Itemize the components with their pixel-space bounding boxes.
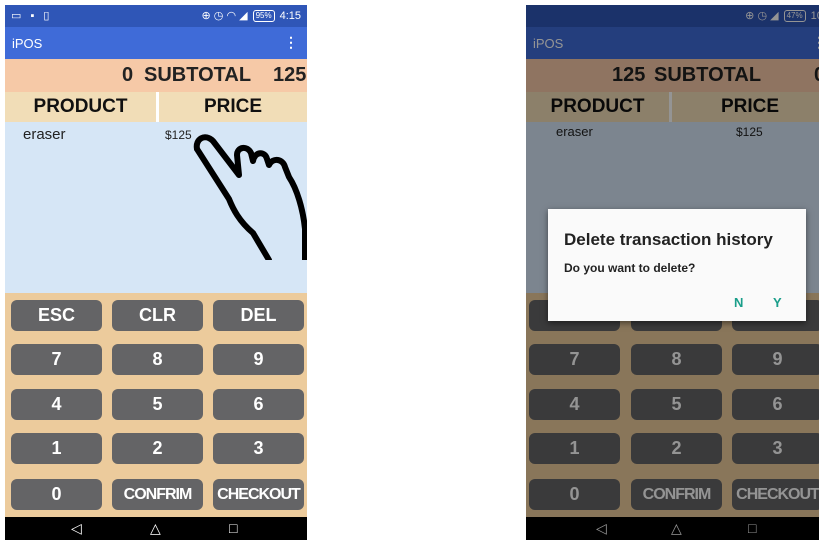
product-column-header: PRODUCT	[5, 92, 156, 122]
key-3[interactable]: 3	[213, 433, 304, 464]
delete-history-dialog: Delete transaction history Do you want t…	[548, 209, 806, 321]
dialog-no-button[interactable]: N	[734, 295, 743, 310]
notification-icons: ▭ ▪ ▯	[11, 10, 53, 22]
recent-apps-icon[interactable]: □	[229, 520, 237, 536]
home-icon[interactable]: △	[150, 520, 161, 537]
status-bar: ▭ ▪ ▯ ⊕ ◷ ◠ ◢ 95% 4:15	[5, 5, 307, 27]
navigation-bar: ◁ △ □	[5, 517, 307, 540]
key-0[interactable]: 0	[11, 479, 102, 510]
del-button[interactable]: DEL	[213, 300, 304, 331]
keypad: ESC CLR DEL 7 8 9 4 5 6 1 2 3 0 CONFRIM …	[5, 293, 307, 517]
key-1[interactable]: 1	[11, 433, 102, 464]
dialog-yes-button[interactable]: Y	[773, 295, 782, 310]
battery-indicator: 95%	[252, 9, 275, 22]
app-bar: iPOS ⋮	[5, 27, 307, 59]
key-9[interactable]: 9	[213, 344, 304, 375]
checkout-button[interactable]: CHECKOUT	[213, 479, 304, 510]
app-title: iPOS	[12, 36, 43, 51]
subtotal-label: SUBTOTAL	[144, 64, 252, 86]
signal-icons: ⊕ ◷ ◠ ◢	[201, 10, 248, 22]
key-4[interactable]: 4	[11, 389, 102, 420]
item-product-name: eraser	[23, 126, 66, 143]
key-2[interactable]: 2	[112, 433, 203, 464]
confirm-button[interactable]: CONFRIM	[112, 479, 203, 510]
right-phone-screen: ⊕ ◷ ◢ 47% 10:4 iPOS ⋮ 125 SUBTOTAL 0 PRO…	[526, 5, 819, 540]
key-7[interactable]: 7	[11, 344, 102, 375]
item-price: $125	[165, 128, 192, 142]
pointing-hand-icon	[193, 134, 307, 260]
overflow-menu-icon[interactable]: ⋮	[284, 34, 298, 51]
key-8[interactable]: 8	[112, 344, 203, 375]
subtotal-left-value: 0	[122, 64, 134, 86]
key-5[interactable]: 5	[112, 389, 203, 420]
left-phone-screen: ▭ ▪ ▯ ⊕ ◷ ◠ ◢ 95% 4:15 iPOS ⋮ 0 SUBTOTAL…	[5, 5, 307, 540]
clock: 4:15	[279, 9, 301, 22]
price-column-header: PRICE	[159, 92, 307, 122]
subtotal-right-value: 125	[273, 64, 307, 86]
dialog-title: Delete transaction history	[564, 230, 773, 249]
dialog-message: Do you want to delete?	[564, 261, 696, 275]
back-icon[interactable]: ◁	[71, 520, 82, 537]
subtotal-bar: 0 SUBTOTAL 125	[5, 59, 307, 92]
clr-button[interactable]: CLR	[112, 300, 203, 331]
esc-button[interactable]: ESC	[11, 300, 102, 331]
key-6[interactable]: 6	[213, 389, 304, 420]
